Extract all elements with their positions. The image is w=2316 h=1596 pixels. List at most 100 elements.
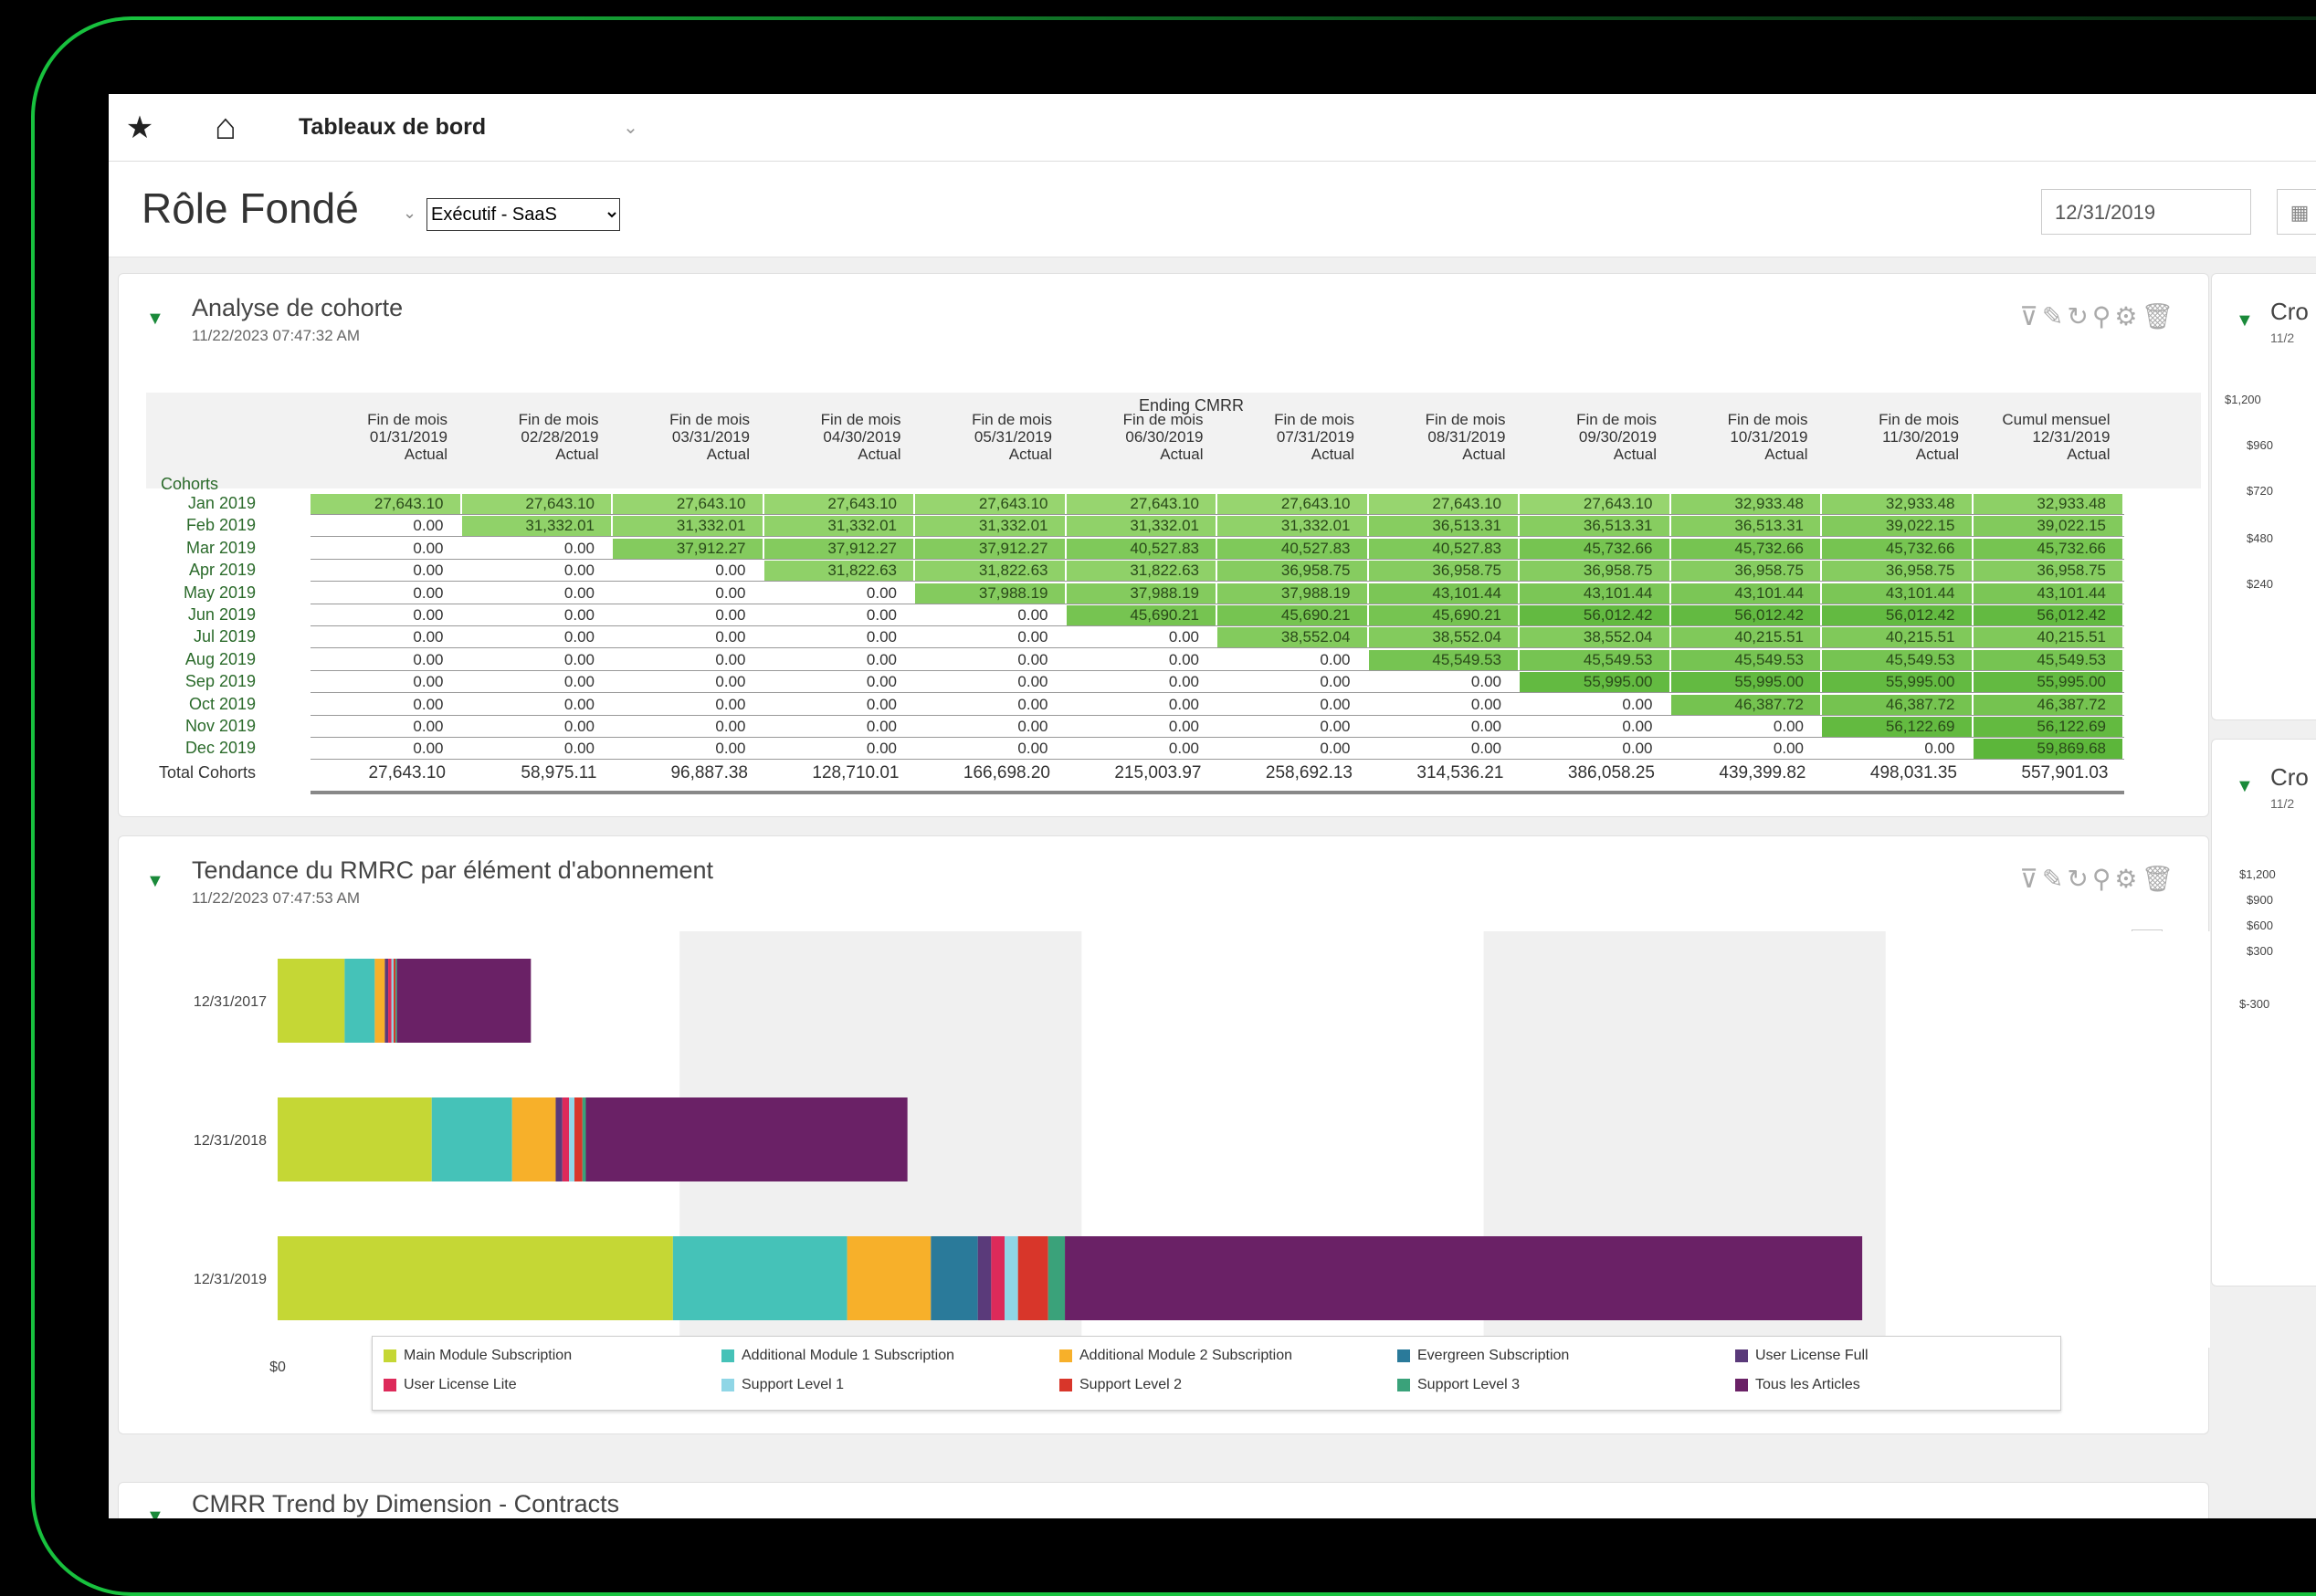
- bar-segment[interactable]: [1017, 1236, 1048, 1320]
- legend-item[interactable]: User License Lite: [384, 1377, 517, 1393]
- row-divider: [311, 759, 2124, 761]
- column-header[interactable]: Fin de mois 09/30/2019 Actual: [1538, 411, 1657, 463]
- table-cell: 0.00: [563, 740, 595, 758]
- table-cell: 36,958.75: [1520, 561, 1669, 582]
- table-cell: 36,513.31: [1670, 516, 1820, 537]
- row-divider: [311, 714, 2124, 716]
- bar-segment[interactable]: [1005, 1236, 1018, 1320]
- search-icon[interactable]: ⚲: [2092, 302, 2115, 331]
- legend-label: User License Full: [1755, 1348, 1869, 1363]
- bar-segment[interactable]: [931, 1236, 978, 1320]
- table-cell: 0.00: [413, 562, 444, 580]
- bar-segment[interactable]: [511, 1097, 556, 1181]
- settings-icon[interactable]: ⚙: [2114, 302, 2141, 331]
- home-icon[interactable]: ⌂: [198, 107, 253, 148]
- bar-segment[interactable]: [585, 1097, 908, 1181]
- table-cell: 0.00: [715, 628, 746, 646]
- legend-item[interactable]: Support Level 3: [1397, 1377, 1520, 1393]
- legend-item[interactable]: Tous les Articles: [1735, 1377, 1860, 1393]
- delete-icon[interactable]: 🗑: [2141, 302, 2177, 331]
- bar-segment[interactable]: [977, 1236, 992, 1320]
- legend-item[interactable]: User License Full: [1735, 1348, 1869, 1364]
- column-header[interactable]: Fin de mois 10/31/2019 Actual: [1690, 411, 1808, 463]
- bar-segment[interactable]: [1047, 1236, 1066, 1320]
- bar-segment[interactable]: [396, 959, 532, 1043]
- bar-segment[interactable]: [388, 959, 392, 1043]
- chevron-down-icon[interactable]: ⌄: [403, 204, 416, 223]
- collapse-triangle-icon[interactable]: ▼: [146, 1507, 164, 1518]
- axis-label: $1,200: [2239, 867, 2276, 881]
- table-cell: 0.00: [413, 673, 444, 691]
- legend-swatch: [721, 1349, 734, 1362]
- bar-segment[interactable]: [847, 1236, 932, 1320]
- legend-item[interactable]: Support Level 2: [1059, 1377, 1182, 1393]
- table-cell: 37,988.19: [915, 583, 1065, 604]
- table-cell: 36,513.31: [1368, 516, 1518, 537]
- table-cell: 31,332.01: [461, 516, 611, 537]
- column-header[interactable]: Fin de mois 06/30/2019 Actual: [1085, 411, 1204, 463]
- view-select[interactable]: Exécutif - SaaS: [426, 198, 620, 231]
- chevron-down-icon[interactable]: ⌄: [623, 116, 638, 139]
- legend-item[interactable]: Additional Module 2 Subscription: [1059, 1348, 1292, 1364]
- table-cell: 37,988.19: [1217, 583, 1367, 604]
- table-cell: 45,549.53: [1368, 649, 1518, 670]
- bar-segment[interactable]: [374, 959, 385, 1043]
- column-header[interactable]: Fin de mois 04/30/2019 Actual: [783, 411, 901, 463]
- bar-segment[interactable]: [344, 959, 375, 1043]
- bar-segment[interactable]: [431, 1097, 512, 1181]
- column-header-line: Fin de mois: [1425, 411, 1506, 428]
- row-label: Sep 2019: [184, 672, 256, 691]
- column-header[interactable]: Fin de mois 07/31/2019 Actual: [1236, 411, 1354, 463]
- dashboards-menu[interactable]: Tableaux de bord: [299, 114, 486, 141]
- contracts-panel: ▼ CMRR Trend by Dimension - Contracts: [118, 1482, 2209, 1518]
- bar-segment[interactable]: [991, 1236, 1005, 1320]
- filter-icon[interactable]: ⊽: [2019, 302, 2042, 331]
- column-header[interactable]: Fin de mois 02/28/2019 Actual: [480, 411, 599, 463]
- table-cell: 0.00: [413, 718, 444, 735]
- collapse-triangle-icon[interactable]: ▼: [146, 309, 164, 330]
- bar-segment[interactable]: [555, 1097, 563, 1181]
- page-title: Rôle Fondé: [142, 184, 359, 232]
- legend-item[interactable]: Support Level 1: [721, 1377, 844, 1393]
- bar-segment[interactable]: [391, 959, 394, 1043]
- legend-item[interactable]: Main Module Subscription: [384, 1348, 572, 1364]
- calendar-icon[interactable]: ▦: [2277, 189, 2316, 235]
- bar-segment[interactable]: [393, 959, 396, 1043]
- star-icon[interactable]: ★: [121, 110, 158, 146]
- bar-segment[interactable]: [574, 1097, 583, 1181]
- table-cell: 0.00: [413, 517, 444, 535]
- bar-segment[interactable]: [672, 1236, 847, 1320]
- bar-segment[interactable]: [562, 1097, 570, 1181]
- collapse-triangle-icon[interactable]: ▼: [2236, 310, 2254, 331]
- legend-item[interactable]: Evergreen Subscription: [1397, 1348, 1569, 1364]
- column-header[interactable]: Fin de mois 11/30/2019 Actual: [1840, 411, 1959, 463]
- bar-segment[interactable]: [1065, 1236, 1863, 1320]
- total-cell: 314,536.21: [1416, 763, 1504, 782]
- category-label: 12/31/2017: [194, 994, 267, 1010]
- category-label: 12/31/2019: [194, 1272, 267, 1287]
- legend-item[interactable]: Additional Module 1 Subscription: [721, 1348, 954, 1364]
- bar-segment[interactable]: [278, 1097, 432, 1181]
- date-input[interactable]: 12/31/2019: [2041, 189, 2251, 235]
- refresh-icon[interactable]: ↻: [2067, 302, 2091, 331]
- table-cell: 0.00: [1168, 695, 1199, 713]
- bar-segment[interactable]: [569, 1097, 575, 1181]
- column-header[interactable]: Fin de mois 05/31/2019 Actual: [933, 411, 1052, 463]
- table-cell: 0.00: [1773, 718, 1804, 735]
- bar-segment[interactable]: [395, 959, 397, 1043]
- column-header-line: 09/30/2019: [1578, 428, 1657, 446]
- column-header-line: Actual: [1160, 446, 1204, 463]
- bar-segment[interactable]: [278, 1236, 673, 1320]
- table-cell: 0.00: [866, 673, 897, 691]
- column-header[interactable]: Fin de mois 08/31/2019 Actual: [1387, 411, 1506, 463]
- bar-segment[interactable]: [582, 1097, 586, 1181]
- column-header[interactable]: Fin de mois 03/31/2019 Actual: [631, 411, 750, 463]
- bar-segment[interactable]: [384, 959, 389, 1043]
- edit-icon[interactable]: ✎: [2042, 302, 2067, 331]
- table-cell: 0.00: [1622, 740, 1653, 758]
- collapse-triangle-icon[interactable]: ▼: [2236, 776, 2254, 797]
- column-header[interactable]: Cumul mensuel 12/31/2019 Actual: [1992, 411, 2110, 463]
- panel-title: Cro: [2270, 763, 2309, 791]
- column-header[interactable]: Fin de mois 01/31/2019 Actual: [329, 411, 447, 463]
- bar-segment[interactable]: [278, 959, 345, 1043]
